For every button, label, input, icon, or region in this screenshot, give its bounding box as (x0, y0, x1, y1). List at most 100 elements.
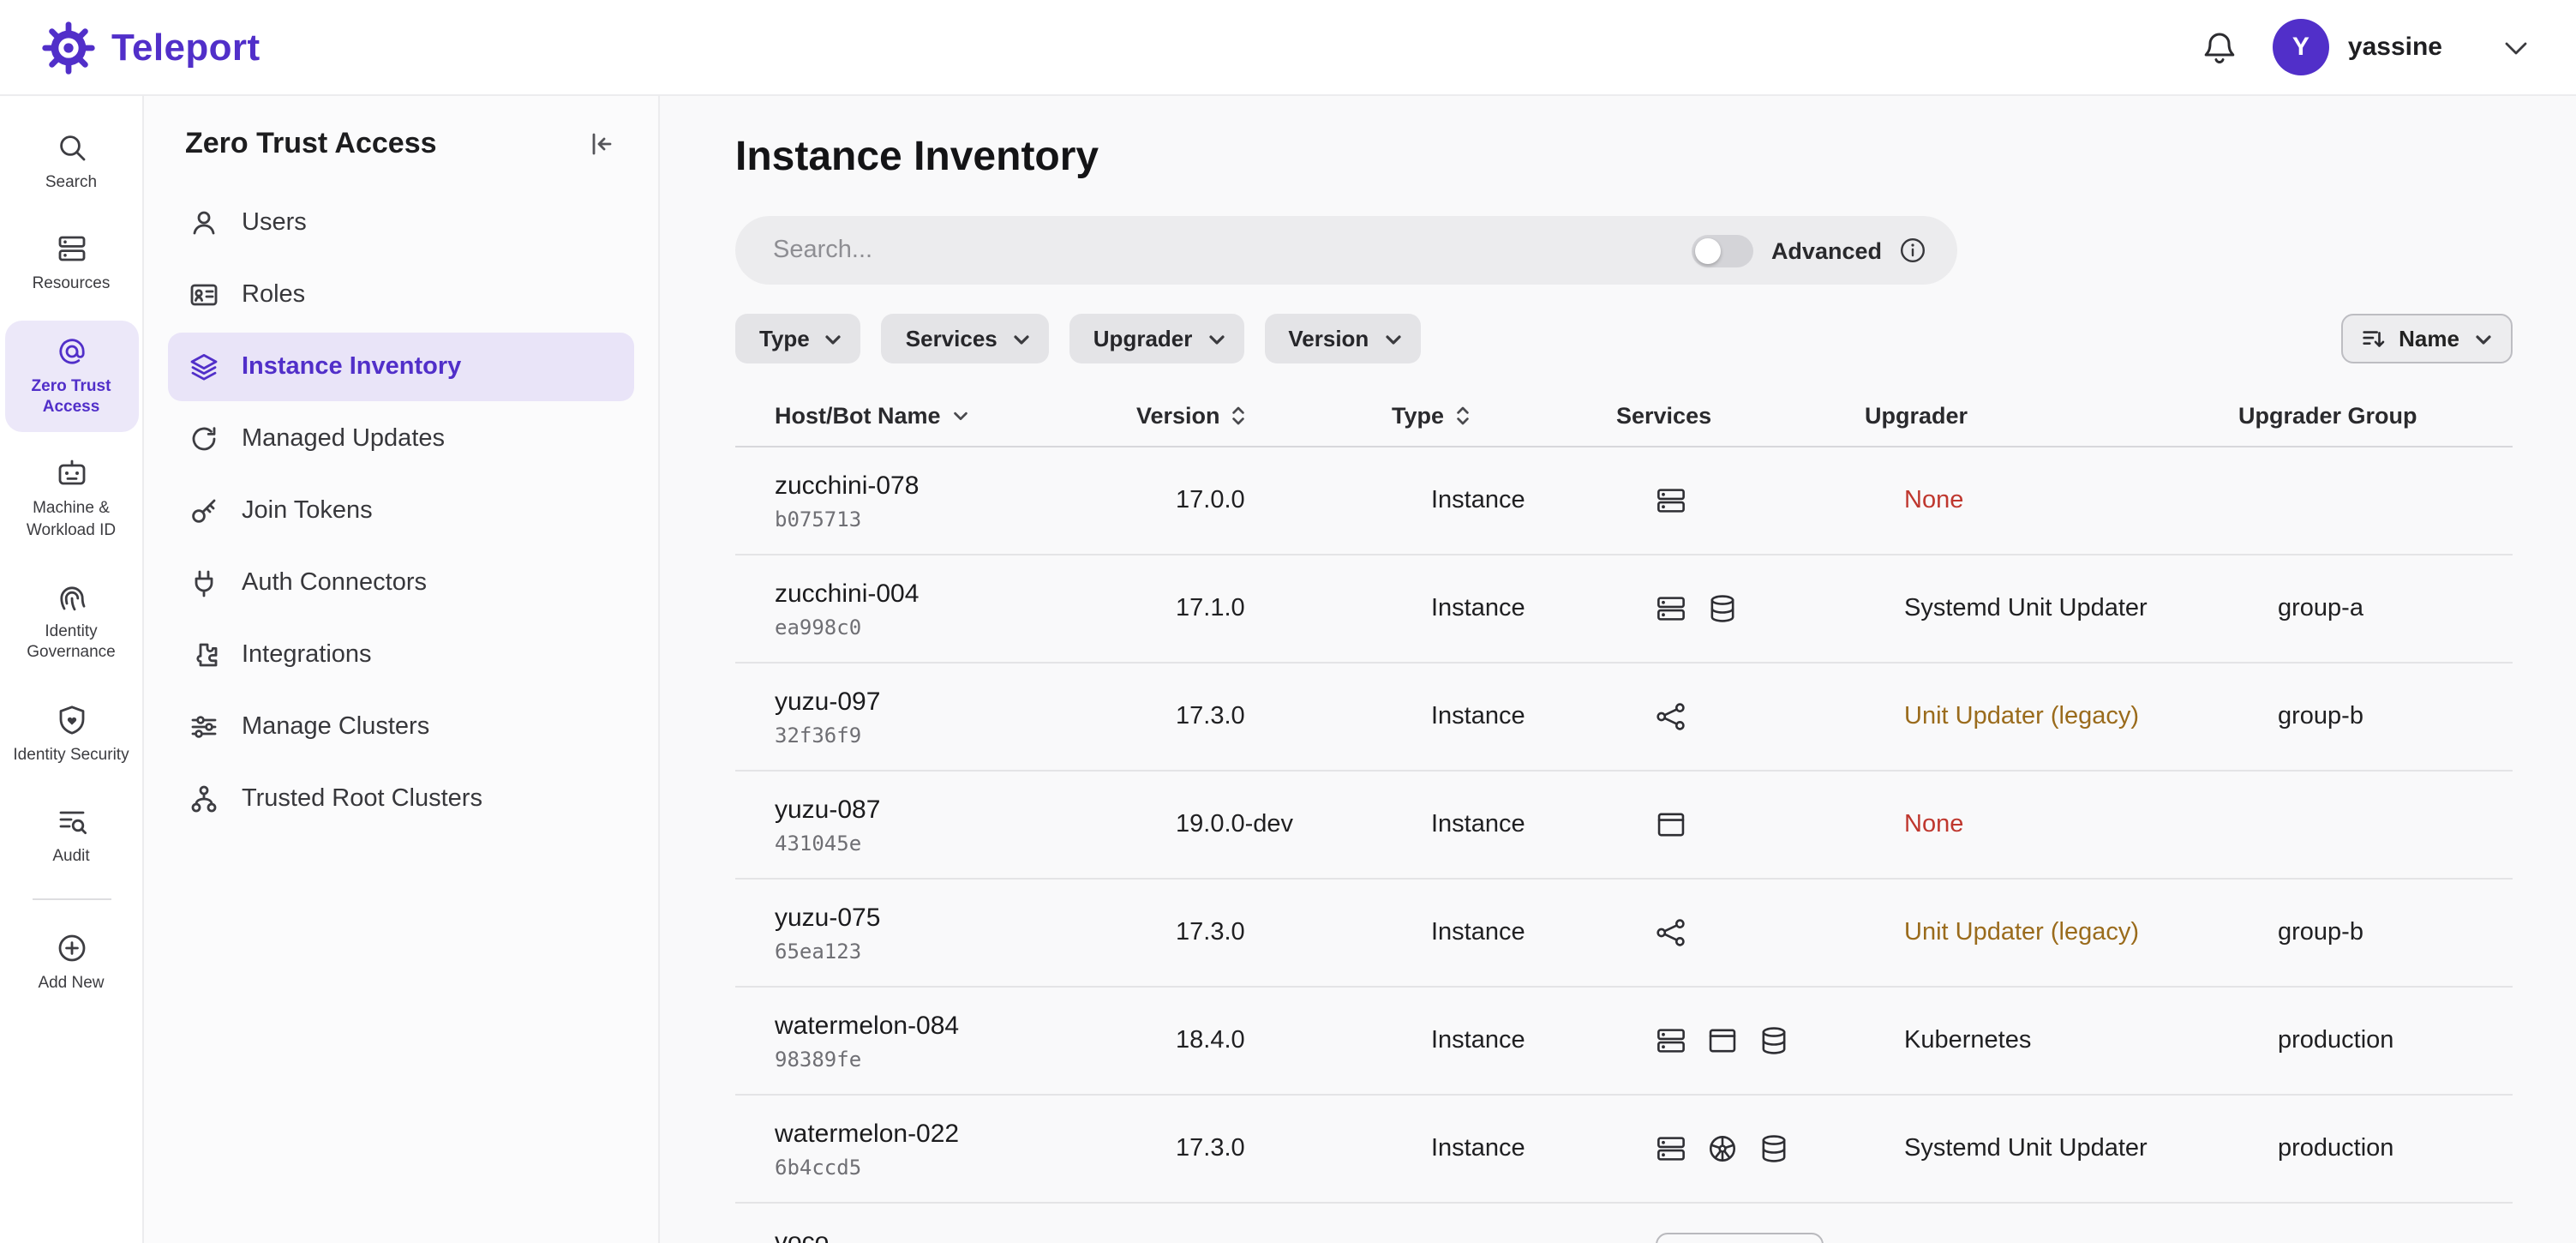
services-cell (1656, 1133, 1904, 1164)
table-row[interactable]: yuzu-087 431045e 19.0.0-dev Instance Non… (735, 772, 2513, 880)
sort-button[interactable]: Name (2340, 314, 2513, 363)
database-icon (1707, 593, 1738, 624)
services-cell (1656, 485, 1904, 516)
filter-services-button[interactable]: Services (882, 314, 1049, 363)
sidebar-item-join-tokens[interactable]: Join Tokens (168, 477, 634, 545)
chevron-down-icon (1382, 328, 1403, 349)
services-cell (1656, 809, 1904, 840)
table-row[interactable]: zucchini-078 b075713 17.0.0 Instance Non… (735, 447, 2513, 555)
column-version[interactable]: Version (1136, 402, 1392, 428)
rail-item-add-new[interactable]: Add New (4, 918, 138, 1010)
primary-nav: Search Resources Zero Tr (0, 96, 144, 1243)
server-icon (1656, 1025, 1686, 1056)
table-row[interactable]: voco f662d2a 19.0.0-dev Bot Instance Ser… (735, 1204, 2513, 1243)
sort-both-icon (1454, 404, 1470, 426)
upgrader-value: Unit Updater (legacy) (1904, 919, 2278, 946)
audit-icon (54, 804, 88, 838)
type-value: Instance (1431, 703, 1656, 730)
brand-name: Teleport (111, 25, 261, 69)
advanced-toggle[interactable] (1692, 234, 1754, 267)
network-icon (1656, 701, 1686, 732)
plug-icon (189, 567, 219, 598)
resources-icon (54, 232, 88, 267)
filter-type-button[interactable]: Type (735, 314, 861, 363)
rail-item-search[interactable]: Search (4, 117, 138, 208)
chevron-down-icon (1206, 328, 1226, 349)
info-icon[interactable] (1899, 237, 1926, 264)
user-menu[interactable]: Y yassine (2273, 19, 2442, 75)
column-host-bot-name[interactable]: Host/Bot Name (735, 402, 1136, 428)
services-cell (1656, 1025, 1904, 1056)
table-row[interactable]: zucchini-004 ea998c0 17.1.0 Instance Sys… (735, 555, 2513, 664)
type-value: Instance (1431, 1027, 1656, 1054)
version-value: 17.1.0 (1176, 595, 1431, 622)
rail-item-identity-security[interactable]: Identity Security (4, 689, 138, 781)
sidebar-item-integrations[interactable]: Integrations (168, 621, 634, 689)
window-icon (1707, 1025, 1738, 1056)
rail-item-zero-trust-access[interactable]: Zero Trust Access (4, 320, 138, 432)
sidebar-item-instance-inventory[interactable]: Instance Inventory (168, 333, 634, 401)
table-row[interactable]: watermelon-022 6b4ccd5 17.3.0 Instance S… (735, 1096, 2513, 1204)
username: yassine (2348, 33, 2442, 62)
rail-item-identity-governance[interactable]: Identity Governance (4, 566, 138, 678)
host-name: yuzu-097 (775, 687, 1176, 716)
filter-version-button[interactable]: Version (1264, 314, 1420, 363)
collapse-sidebar-icon[interactable] (586, 129, 617, 159)
host-name: yuzu-087 (775, 795, 1176, 824)
host-name: yuzu-075 (775, 903, 1176, 932)
version-value: 17.3.0 (1176, 1135, 1431, 1162)
identity-security-icon (54, 703, 88, 737)
host-id: 32f36f9 (775, 723, 1176, 747)
user-menu-chevron-icon[interactable] (2501, 32, 2531, 63)
sort-both-icon (1231, 404, 1246, 426)
rail-item-machine-workload-id[interactable]: Machine & Workload ID (4, 443, 138, 555)
refresh-icon (189, 423, 219, 454)
services-button[interactable]: Services (1656, 1232, 1823, 1243)
database-icon (1758, 1025, 1789, 1056)
hierarchy-icon (189, 784, 219, 814)
column-type[interactable]: Type (1392, 402, 1616, 428)
host-name: watermelon-022 (775, 1119, 1176, 1148)
upgrader-value: Systemd Unit Updater (1904, 1135, 2278, 1162)
chevron-down-icon (1011, 328, 1032, 349)
sidebar-item-manage-clusters[interactable]: Manage Clusters (168, 693, 634, 761)
column-upgrader: Upgrader (1865, 402, 2238, 428)
host-name: zucchini-078 (775, 471, 1176, 500)
avatar: Y (2273, 19, 2329, 75)
rail-item-resources[interactable]: Resources (4, 219, 138, 310)
upgrader-value: Unit Updater (legacy) (1904, 703, 2278, 730)
layers-icon (189, 351, 219, 382)
sidebar-item-auth-connectors[interactable]: Auth Connectors (168, 549, 634, 617)
sidebar-item-trusted-root-clusters[interactable]: Trusted Root Clusters (168, 765, 634, 833)
brand[interactable]: Teleport (41, 20, 261, 75)
rail-item-audit[interactable]: Audit (4, 790, 138, 882)
kubernetes-icon (1707, 1133, 1738, 1164)
services-cell (1656, 593, 1904, 624)
table-row[interactable]: watermelon-084 98389fe 18.4.0 Instance K… (735, 988, 2513, 1096)
sidebar-item-users[interactable]: Users (168, 189, 634, 257)
app: Teleport Y yassine (0, 0, 2576, 1243)
sidebar-item-roles[interactable]: Roles (168, 261, 634, 329)
machine-workload-icon (54, 457, 88, 491)
server-icon (1656, 1133, 1686, 1164)
roles-icon (189, 279, 219, 310)
filter-upgrader-button[interactable]: Upgrader (1069, 314, 1244, 363)
sidebar-item-managed-updates[interactable]: Managed Updates (168, 405, 634, 473)
toggle-knob (1696, 237, 1722, 263)
notifications-bell-icon[interactable] (2201, 28, 2238, 66)
version-value: 18.4.0 (1176, 1027, 1431, 1054)
upgrader-group-value: group-b (2278, 919, 2513, 946)
upgrader-value: None (1904, 487, 2278, 514)
services-cell (1656, 917, 1904, 948)
upgrader-value: None (1904, 811, 2278, 838)
type-value: Instance (1431, 919, 1656, 946)
table-row[interactable]: yuzu-097 32f36f9 17.3.0 Instance Unit Up… (735, 664, 2513, 772)
version-value: 17.3.0 (1176, 703, 1431, 730)
puzzle-icon (189, 640, 219, 670)
search-input[interactable] (770, 235, 1692, 266)
chevron-down-icon (2473, 328, 2494, 349)
server-icon (1656, 485, 1686, 516)
table-row[interactable]: yuzu-075 65ea123 17.3.0 Instance Unit Up… (735, 880, 2513, 988)
version-value: 17.3.0 (1176, 919, 1431, 946)
advanced-label: Advanced (1771, 237, 1882, 263)
